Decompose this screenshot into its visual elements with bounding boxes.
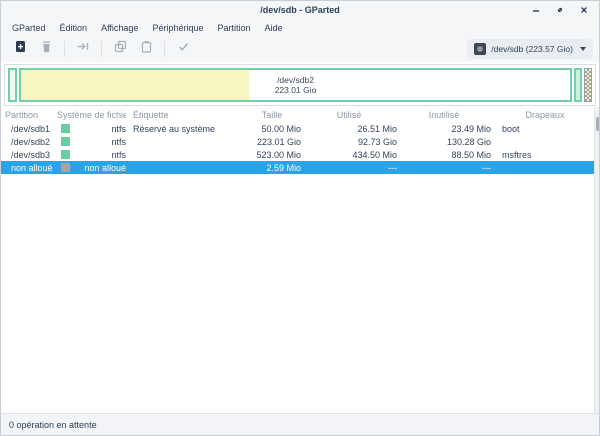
cell-filesystem-swatch xyxy=(57,124,73,133)
cell-used: 26.51 Mio xyxy=(301,124,397,134)
titlebar[interactable]: /dev/sdb - GParted xyxy=(1,1,599,19)
partition-table-header: Partition Système de fichiers Étiquette … xyxy=(1,108,599,122)
resize-move-icon xyxy=(76,40,90,58)
disk-segment-sdb1[interactable] xyxy=(8,68,17,102)
scrollbar[interactable] xyxy=(594,107,599,413)
disk-segment-label: /dev/sdb2 223.01 Gio xyxy=(21,70,570,100)
menu-aide[interactable]: Aide xyxy=(258,21,290,35)
chevron-down-icon xyxy=(580,47,586,51)
cell-filesystem: non alloué xyxy=(73,163,126,173)
cell-size: 523.00 Mio xyxy=(243,150,301,160)
filesystem-color-swatch xyxy=(61,124,70,133)
cell-unused: 88.50 Mio xyxy=(397,150,491,160)
resize-move-button[interactable] xyxy=(70,38,96,60)
toolbar-separator xyxy=(164,41,165,57)
cell-filesystem-swatch xyxy=(57,163,73,172)
disk-segment-sdb2[interactable]: /dev/sdb2 223.01 Gio xyxy=(19,68,572,102)
cell-size: 2.59 Mio xyxy=(243,163,301,173)
disk-segment-sdb3[interactable] xyxy=(574,68,582,102)
column-header-unused[interactable]: Inutilisé xyxy=(397,110,491,120)
menubar: GParted Édition Affichage Périphérique P… xyxy=(1,19,599,36)
cell-partition: /dev/sdb3 xyxy=(1,150,57,160)
column-header-partition[interactable]: Partition xyxy=(1,110,57,120)
paste-partition-button[interactable] xyxy=(133,38,159,60)
disk-segment-name: /dev/sdb2 xyxy=(277,75,314,85)
apply-operations-button[interactable] xyxy=(170,38,196,60)
menu-partition[interactable]: Partition xyxy=(210,21,257,35)
copy-icon xyxy=(114,40,127,58)
device-selector[interactable]: /dev/sdb (223.57 Gio) xyxy=(467,39,593,59)
scrollbar-thumb[interactable] xyxy=(596,117,599,131)
pending-operations-text: 0 opération en attente xyxy=(9,420,97,430)
cell-filesystem: ntfs xyxy=(73,124,126,134)
table-row[interactable]: /dev/sdb3 ntfs 523.00 Mio 434.50 Mio 88.… xyxy=(1,148,599,161)
cell-partition: /dev/sdb2 xyxy=(1,137,57,147)
filesystem-color-swatch xyxy=(61,163,70,172)
column-header-flags[interactable]: Drapeaux xyxy=(491,110,599,120)
cell-used: --- xyxy=(301,163,397,173)
cell-flags: msftres xyxy=(491,150,599,160)
window-title: /dev/sdb - GParted xyxy=(260,5,340,15)
window-controls xyxy=(529,1,591,19)
menu-affichage[interactable]: Affichage xyxy=(94,21,145,35)
restore-icon[interactable] xyxy=(553,3,567,17)
cell-used: 434.50 Mio xyxy=(301,150,397,160)
menu-gparted[interactable]: GParted xyxy=(5,21,53,35)
menu-peripherique[interactable]: Périphérique xyxy=(145,21,210,35)
device-selector-label: /dev/sdb (223.57 Gio) xyxy=(491,44,573,54)
gparted-window: /dev/sdb - GParted GParted Édition Affic… xyxy=(0,0,600,436)
menu-edition[interactable]: Édition xyxy=(53,21,95,35)
toolbar: /dev/sdb (223.57 Gio) xyxy=(1,36,599,62)
cell-unused: --- xyxy=(397,163,491,173)
table-row[interactable]: non alloué non alloué 2.59 Mio --- --- xyxy=(1,161,599,174)
cell-filesystem-swatch xyxy=(57,150,73,159)
delete-partition-button[interactable] xyxy=(33,38,59,60)
table-row[interactable]: /dev/sdb2 ntfs 223.01 Gio 92.73 Gio 130.… xyxy=(1,135,599,148)
toolbar-separator xyxy=(64,41,65,57)
toolbar-separator xyxy=(101,41,102,57)
disk-segment-size: 223.01 Gio xyxy=(275,85,317,95)
cell-size: 50.00 Mio xyxy=(243,124,301,134)
paste-icon xyxy=(140,40,153,58)
copy-partition-button[interactable] xyxy=(107,38,133,60)
cell-size: 223.01 Gio xyxy=(243,137,301,147)
column-header-size[interactable]: Taille xyxy=(243,110,301,120)
checkmark-icon xyxy=(177,40,190,58)
column-header-filesystem[interactable]: Système de fichiers xyxy=(57,110,126,120)
cell-filesystem: ntfs xyxy=(73,150,126,160)
trash-icon xyxy=(40,40,53,58)
partition-table: Partition Système de fichiers Étiquette … xyxy=(1,108,599,174)
new-partition-icon xyxy=(14,40,27,58)
hard-drive-icon xyxy=(474,43,486,55)
cell-partition: /dev/sdb1 xyxy=(1,124,57,134)
cell-label: Réservé au système xyxy=(126,124,243,134)
cell-partition: non alloué xyxy=(1,163,57,173)
close-icon[interactable] xyxy=(577,3,591,17)
disk-segment-unallocated[interactable] xyxy=(584,68,592,102)
disk-visual-panel: /dev/sdb2 223.01 Gio xyxy=(4,64,596,106)
minimize-icon[interactable] xyxy=(529,3,543,17)
filesystem-color-swatch xyxy=(61,137,70,146)
table-row[interactable]: /dev/sdb1 ntfs Réservé au système 50.00 … xyxy=(1,122,599,135)
column-header-used[interactable]: Utilisé xyxy=(301,110,397,120)
cell-used: 92.73 Gio xyxy=(301,137,397,147)
new-partition-button[interactable] xyxy=(7,38,33,60)
cell-unused: 130.28 Gio xyxy=(397,137,491,147)
partition-rows: /dev/sdb1 ntfs Réservé au système 50.00 … xyxy=(1,122,599,174)
column-header-label[interactable]: Étiquette xyxy=(126,110,243,120)
cell-filesystem-swatch xyxy=(57,137,73,146)
cell-filesystem: ntfs xyxy=(73,137,126,147)
filesystem-color-swatch xyxy=(61,150,70,159)
statusbar: 0 opération en attente xyxy=(1,413,599,435)
cell-unused: 23.49 Mio xyxy=(397,124,491,134)
cell-flags: boot xyxy=(491,124,599,134)
